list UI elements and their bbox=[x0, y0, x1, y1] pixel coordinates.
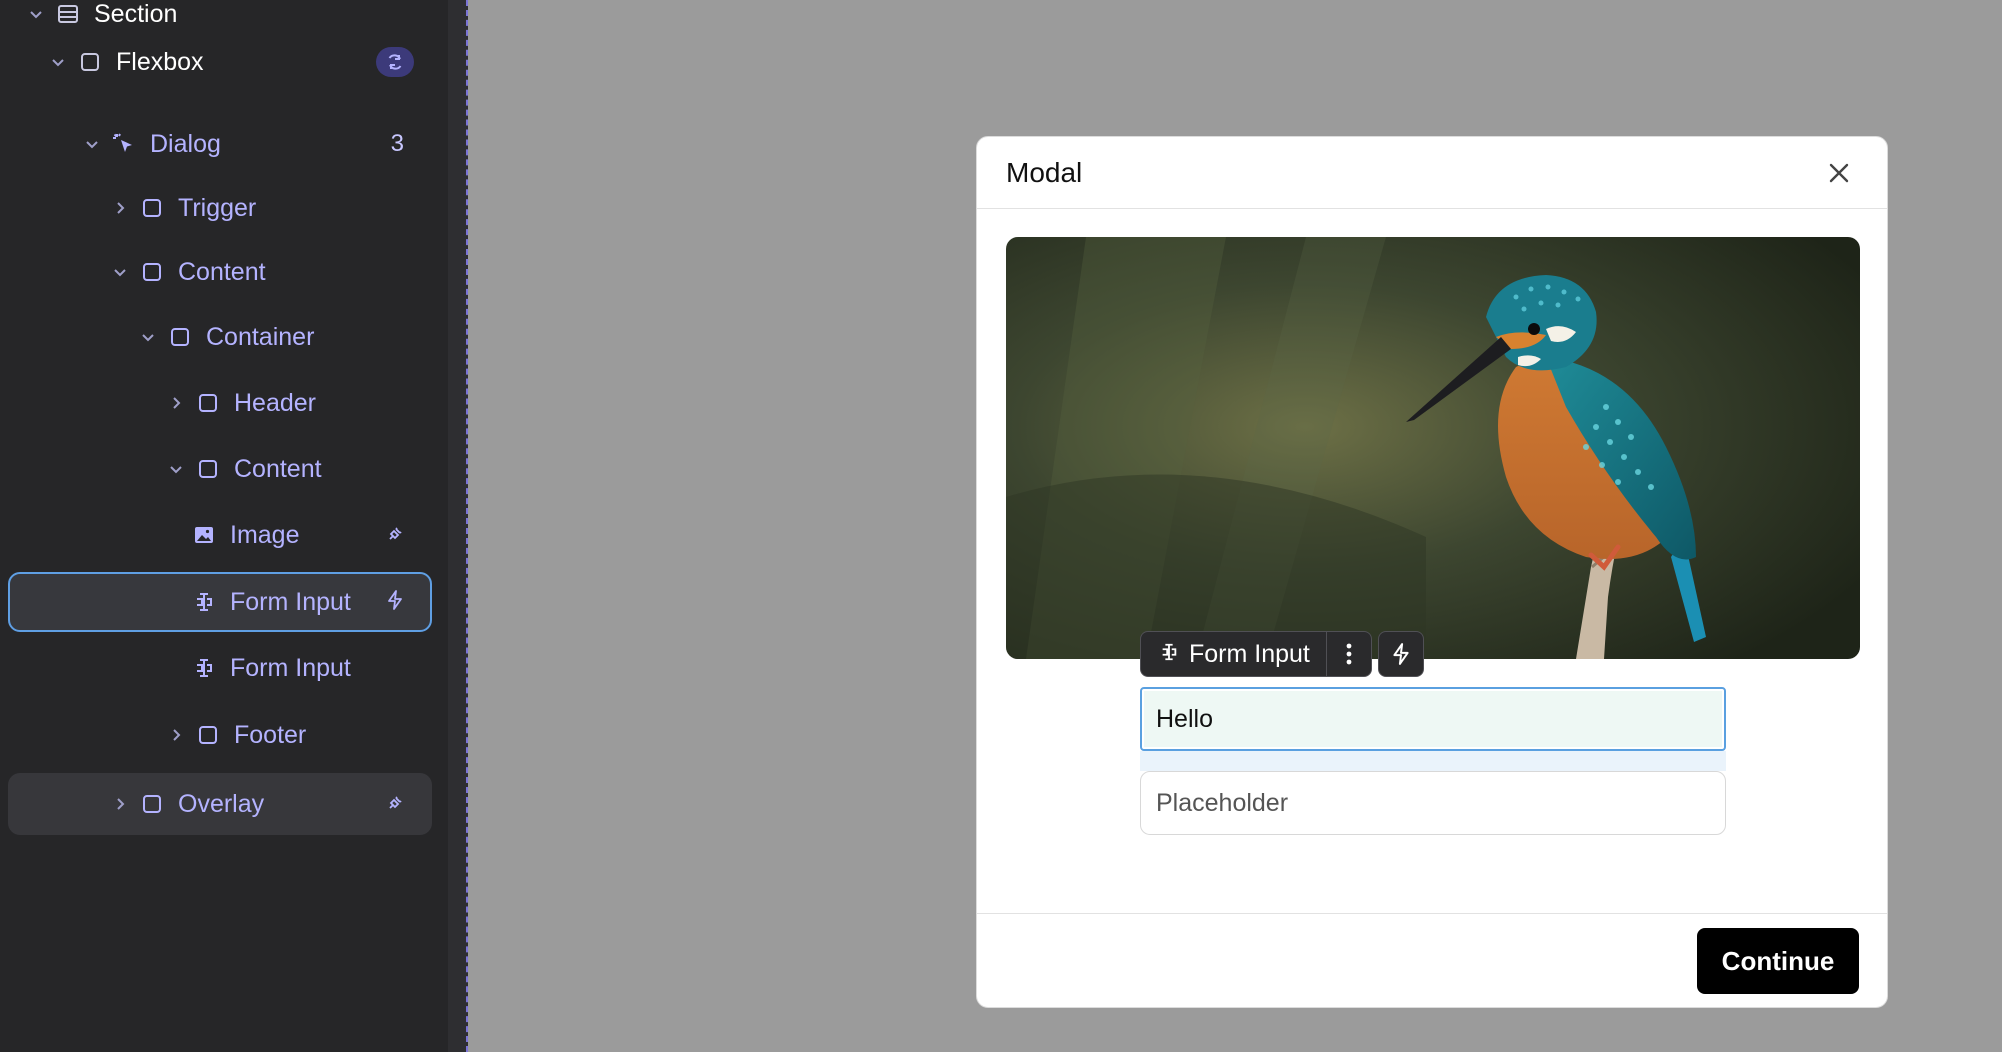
tree-row-label: Flexbox bbox=[116, 47, 204, 76]
tree-row-image[interactable]: Image bbox=[8, 505, 432, 565]
plug-icon[interactable] bbox=[386, 790, 404, 819]
tree-row-label: Section bbox=[94, 0, 178, 28]
tree-row-form-input[interactable]: Form Input bbox=[8, 638, 432, 698]
chevron-down-icon[interactable] bbox=[48, 52, 68, 72]
tree-row-label: Image bbox=[230, 520, 300, 549]
chevron-right-icon[interactable] bbox=[110, 198, 130, 218]
modal-footer: Continue bbox=[977, 913, 1887, 1009]
form-input-icon bbox=[192, 590, 216, 614]
bolt-icon[interactable] bbox=[386, 588, 404, 617]
placeholder-input[interactable] bbox=[1140, 771, 1726, 835]
box-icon bbox=[196, 723, 220, 747]
sync-icon[interactable] bbox=[376, 47, 414, 77]
tree-row-label: Footer bbox=[234, 720, 307, 749]
tree-row-header[interactable]: Header bbox=[8, 373, 432, 433]
kingfisher-image bbox=[1006, 237, 1860, 659]
box-icon bbox=[140, 196, 164, 220]
spacing-indicator bbox=[1140, 751, 1726, 771]
box-icon bbox=[140, 792, 164, 816]
form-input-icon bbox=[1159, 640, 1179, 669]
tree-row-label: Overlay bbox=[178, 789, 265, 818]
close-button[interactable] bbox=[1823, 157, 1855, 189]
tree-row-label: Content bbox=[234, 454, 322, 483]
tree-row-label: Header bbox=[234, 388, 316, 417]
chevron-down-icon[interactable] bbox=[82, 134, 102, 154]
tree-row-label: Content bbox=[178, 257, 266, 286]
tree-row-content[interactable]: Content bbox=[8, 242, 432, 302]
tree-row-dialog[interactable]: Dialog 3 bbox=[8, 114, 432, 174]
continue-button[interactable]: Continue bbox=[1697, 928, 1859, 994]
element-toolbar-main: Form Input bbox=[1140, 631, 1372, 677]
sidebar-resize-handle[interactable] bbox=[448, 0, 468, 1052]
tree-row-flexbox[interactable]: Flexbox bbox=[8, 32, 432, 92]
actions-button[interactable] bbox=[1377, 631, 1424, 677]
chevron-right-icon[interactable] bbox=[166, 725, 186, 745]
hello-input[interactable] bbox=[1144, 691, 1722, 747]
tree-row-label: Container bbox=[206, 322, 315, 351]
cursor-click-icon bbox=[112, 132, 136, 156]
tree-row-overlay[interactable]: Overlay bbox=[8, 773, 432, 835]
element-name-chip[interactable]: Form Input bbox=[1141, 632, 1326, 676]
tree-row-label: Form Input bbox=[230, 587, 351, 616]
tree-row-content-inner[interactable]: Content bbox=[8, 439, 432, 499]
tree-row-container[interactable]: Container bbox=[8, 307, 432, 367]
chevron-down-icon[interactable] bbox=[138, 327, 158, 347]
image-icon bbox=[192, 523, 216, 547]
modal-header: Modal bbox=[977, 137, 1887, 209]
tree-row-trigger[interactable]: Trigger bbox=[8, 178, 432, 238]
element-name: Form Input bbox=[1189, 639, 1310, 668]
box-icon bbox=[78, 50, 102, 74]
tree-row-form-input-selected[interactable]: Form Input bbox=[8, 572, 432, 632]
plug-icon[interactable] bbox=[386, 521, 404, 550]
kingfisher-illustration bbox=[1006, 237, 1860, 659]
chevron-right-icon[interactable] bbox=[166, 393, 186, 413]
box-icon bbox=[168, 325, 192, 349]
chevron-right-icon[interactable] bbox=[110, 794, 130, 814]
tree-row-label: Dialog bbox=[150, 129, 221, 158]
tree-row-footer[interactable]: Footer bbox=[8, 705, 432, 765]
bolt-icon bbox=[1393, 643, 1409, 665]
modal-dialog: Modal Form Input Hello Placeholder Conti… bbox=[976, 136, 1888, 1008]
modal-title: Modal bbox=[1006, 157, 1083, 188]
box-icon bbox=[196, 391, 220, 415]
section-icon bbox=[56, 2, 80, 26]
box-icon bbox=[140, 260, 164, 284]
chevron-down-icon[interactable] bbox=[110, 262, 130, 282]
close-icon bbox=[1829, 163, 1849, 183]
more-vertical-icon bbox=[1346, 643, 1352, 665]
element-toolbar: Form Input bbox=[1140, 631, 1424, 677]
selected-input-frame bbox=[1140, 687, 1726, 751]
box-icon bbox=[196, 457, 220, 481]
chevron-down-icon[interactable] bbox=[26, 4, 46, 24]
layers-panel: Section Flexbox Dialog 3 Trigger Content… bbox=[0, 0, 448, 1052]
children-count: 3 bbox=[390, 130, 404, 157]
more-options-button[interactable] bbox=[1325, 632, 1371, 676]
tree-row-label: Form Input bbox=[230, 653, 351, 682]
form-input-icon bbox=[192, 656, 216, 680]
tree-row-label: Trigger bbox=[178, 193, 257, 222]
chevron-down-icon[interactable] bbox=[166, 459, 186, 479]
